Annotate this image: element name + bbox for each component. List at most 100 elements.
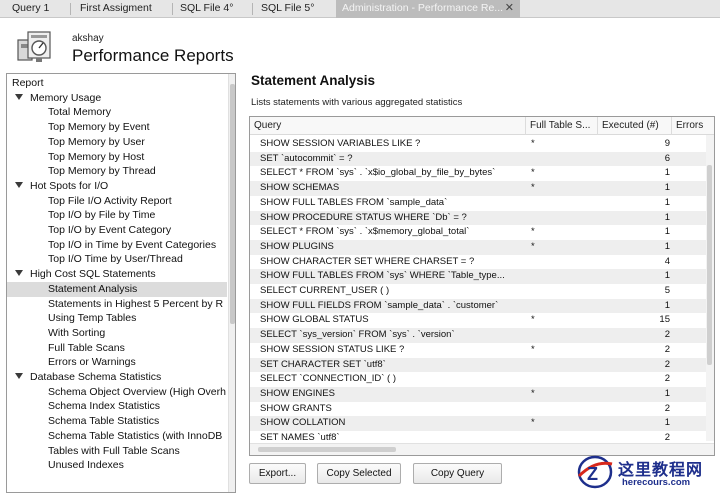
tab-sql-file-4[interactable]: SQL File 4°	[180, 0, 250, 18]
tree-item-label: Top I/O in Time by Event Categories	[48, 238, 217, 251]
scrollbar-thumb[interactable]	[707, 165, 712, 365]
tree-root-report[interactable]: Report	[7, 76, 44, 91]
column-header-executed[interactable]: Executed (#)	[598, 117, 672, 135]
tab-query-1[interactable]: Query 1	[12, 0, 68, 18]
expand-caret-icon[interactable]	[15, 93, 23, 100]
tree-item[interactable]: Top File I/O Activity Report	[7, 194, 172, 209]
table-row[interactable]: SHOW SESSION STATUS LIKE ? * 2	[250, 343, 706, 358]
tree-item[interactable]: Top I/O by Event Category	[7, 223, 171, 238]
column-header-query[interactable]: Query	[250, 117, 526, 135]
cell-executed: 2	[664, 358, 670, 370]
column-header-errors[interactable]: Errors	[672, 117, 714, 135]
cell-query: SHOW SESSION STATUS LIKE ?	[260, 343, 405, 355]
table-row[interactable]: SELECT CURRENT_USER ( ) 5	[250, 284, 706, 299]
tree-item[interactable]: Top Memory by User	[7, 135, 145, 150]
table-row[interactable]: SET CHARACTER SET `utf8` 2	[250, 357, 706, 373]
tree-item[interactable]: With Sorting	[7, 326, 105, 341]
cell-full-table-scan: *	[531, 240, 535, 252]
table-row[interactable]: SHOW SCHEMAS * 1	[250, 181, 706, 196]
tab-separator	[70, 3, 71, 15]
tree-item-label: Unused Indexes	[48, 459, 124, 472]
cell-executed: 1	[664, 182, 670, 194]
tab-first-assigment[interactable]: First Assigment	[80, 0, 172, 18]
cell-query: SET NAMES `utf8`	[260, 432, 340, 441]
cell-full-table-scan: *	[531, 343, 535, 355]
tree-item[interactable]: Total Memory	[7, 105, 111, 120]
column-header-full-table-scan[interactable]: Full Table S...	[526, 117, 598, 135]
table-row[interactable]: SELECT * FROM `sys` . `x$memory_global_t…	[250, 225, 706, 240]
table-row[interactable]: SHOW FULL TABLES FROM `sample_data` 1	[250, 196, 706, 211]
cell-query: SHOW ENGINES	[260, 387, 335, 399]
tree-scrollbar[interactable]	[228, 74, 235, 492]
table-row[interactable]: SHOW GLOBAL STATUS * 15	[250, 313, 706, 328]
tree-group[interactable]: Database Schema Statistics	[7, 370, 161, 385]
table-row[interactable]: SET NAMES `utf8` 2	[250, 431, 706, 441]
table-row[interactable]: SHOW PLUGINS * 1	[250, 239, 706, 255]
tree-item[interactable]: Unused Indexes	[7, 458, 124, 473]
table-row[interactable]: SELECT * FROM `sys` . `x$io_global_by_fi…	[250, 166, 706, 181]
copy-selected-button[interactable]: Copy Selected	[317, 463, 401, 484]
tree-group[interactable]: High Cost SQL Statements	[7, 267, 156, 282]
tree-item[interactable]: Errors or Warnings	[7, 355, 136, 370]
tab-separator	[172, 3, 173, 15]
tab-administration-performance-reports[interactable]: Administration - Performance Re... ✕	[336, 0, 520, 18]
cell-full-table-scan: *	[531, 138, 535, 149]
tree-item[interactable]: Statement Analysis	[7, 281, 227, 297]
tree-item-label: Top Memory by Host	[48, 150, 145, 163]
cell-executed: 2	[664, 402, 670, 414]
table-row[interactable]: SELECT `sys_version` FROM `sys` . `versi…	[250, 328, 706, 343]
expand-caret-icon[interactable]	[15, 270, 23, 277]
table-row[interactable]: SET `autocommit` = ? 6	[250, 151, 706, 167]
tree-group[interactable]: Hot Spots for I/O	[7, 179, 108, 194]
cell-executed: 6	[664, 152, 670, 164]
tab-separator	[252, 3, 253, 15]
tree-item-label: Top Memory by Event	[48, 121, 150, 134]
table-row[interactable]: SHOW PROCEDURE STATUS WHERE `Db` = ? 1	[250, 210, 706, 226]
tree-group[interactable]: Memory Usage	[7, 91, 101, 106]
tree-item[interactable]: Statements in Highest 5 Percent by R	[7, 297, 223, 312]
tree-item[interactable]: Top Memory by Event	[7, 120, 150, 135]
tree-item[interactable]: Top I/O in Time by Event Categories	[7, 238, 216, 253]
tree-item-label: Report	[12, 77, 44, 89]
tree-item-label: Tables with Full Table Scans	[48, 444, 180, 457]
tree-item[interactable]: Schema Object Overview (High Overh	[7, 385, 226, 400]
cell-executed: 1	[664, 299, 670, 311]
copy-query-button[interactable]: Copy Query	[413, 463, 502, 484]
cell-full-table-scan	[531, 284, 571, 299]
expand-caret-icon[interactable]	[15, 181, 23, 188]
expand-caret-icon[interactable]	[15, 373, 23, 379]
table-row[interactable]: SHOW SESSION VARIABLES LIKE ? * 9	[250, 137, 706, 152]
tree-item[interactable]: Tables with Full Table Scans	[7, 444, 180, 459]
tree-item[interactable]: Top I/O by File by Time	[7, 208, 155, 223]
table-row[interactable]: SHOW FULL FIELDS FROM `sample_data` . `c…	[250, 298, 706, 314]
tree-item[interactable]: Top I/O Time by User/Thread	[7, 252, 183, 267]
tree-item[interactable]: Top Memory by Host	[7, 150, 144, 165]
performance-reports-icon	[17, 31, 51, 62]
tree-item[interactable]: Schema Table Statistics (with InnoDB	[7, 429, 222, 444]
export-button[interactable]: Export...	[249, 463, 306, 484]
table-row[interactable]: SHOW COLLATION * 1	[250, 416, 706, 431]
table-row[interactable]: SHOW GRANTS 2	[250, 402, 706, 417]
cell-query: SET `autocommit` = ?	[260, 152, 353, 164]
scrollbar-thumb[interactable]	[230, 84, 235, 324]
cell-query: SET CHARACTER SET `utf8`	[260, 358, 386, 370]
tree-item-label: Schema Table Statistics (with InnoDB	[48, 429, 223, 442]
cell-query: SHOW PROCEDURE STATUS WHERE `Db` = ?	[260, 211, 467, 223]
table-row[interactable]: SHOW FULL TABLES FROM `sys` WHERE `Table…	[250, 269, 706, 284]
table-row[interactable]: SHOW CHARACTER SET WHERE CHARSET = ? 4	[250, 255, 706, 270]
tree-item-label: Hot Spots for I/O	[30, 179, 109, 192]
tree-item[interactable]: Schema Index Statistics	[7, 399, 160, 414]
page-header: akshay Performance Reports	[0, 19, 720, 71]
tree-item-label: Schema Index Statistics	[48, 400, 161, 413]
close-icon[interactable]: ✕	[505, 0, 514, 17]
tree-item[interactable]: Using Temp Tables	[7, 311, 136, 326]
table-row[interactable]: SHOW ENGINES * 1	[250, 386, 706, 402]
tree-item[interactable]: Full Table Scans	[7, 341, 125, 356]
tree-item[interactable]: Top Memory by Thread	[7, 164, 156, 179]
scrollbar-thumb[interactable]	[258, 447, 396, 452]
tree-item[interactable]: Schema Table Statistics	[7, 414, 159, 429]
grid-vertical-scrollbar[interactable]	[706, 135, 714, 441]
cell-full-table-scan: *	[531, 226, 535, 238]
table-row[interactable]: SELECT `CONNECTION_ID` ( ) 2	[250, 372, 706, 387]
tab-sql-file-5[interactable]: SQL File 5°	[261, 0, 331, 18]
